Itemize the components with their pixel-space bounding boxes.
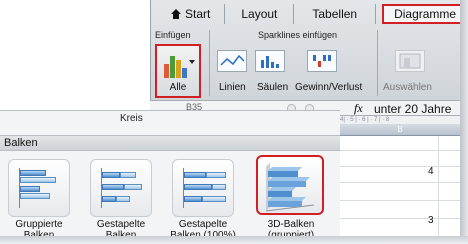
bar-icon <box>102 196 116 202</box>
bar-icon <box>124 184 142 190</box>
bar-icon <box>20 170 46 176</box>
tab-layout-label: Layout <box>241 7 278 21</box>
bar-icon <box>116 196 130 202</box>
group-divider <box>209 30 210 96</box>
grid-line <box>340 200 460 201</box>
grid-line <box>340 150 460 151</box>
bar-icon <box>20 193 50 199</box>
bar-icon <box>20 177 56 183</box>
chart-icon-bar <box>170 56 175 78</box>
bar-icon <box>120 172 136 178</box>
gallery-section-header: Balken <box>0 135 340 151</box>
alle-label: Alle <box>169 82 187 93</box>
bar-icon <box>212 184 226 190</box>
formula-value[interactable]: unter 20 Jahre <box>374 102 451 116</box>
cell-value: 4 <box>428 166 434 177</box>
sparkline-linien-button[interactable] <box>217 50 247 72</box>
alle-charts-button[interactable]: Alle <box>155 44 201 98</box>
group-einfuegen-header: Einfügen <box>155 30 191 40</box>
saeulen-label: Säulen <box>257 82 289 93</box>
excel-window: Start Layout Tabellen Diagramme Einfügen… <box>0 0 468 244</box>
bar-icon <box>206 172 226 178</box>
tab-diagramme[interactable]: Diagramme <box>382 4 468 24</box>
tab-start[interactable]: Start <box>151 4 226 24</box>
chart-icon-bar <box>176 60 181 78</box>
tab-tabellen-label: Tabellen <box>312 7 358 21</box>
group-divider <box>377 30 378 96</box>
grid-line <box>340 166 460 167</box>
chart-thumb-3d-balken-gruppiert[interactable] <box>256 155 324 215</box>
chart-thumb-gestapelte-balken-100[interactable] <box>172 159 234 217</box>
ribbon: Start Layout Tabellen Diagramme Einfügen… <box>150 0 468 100</box>
bar-icon <box>20 186 40 192</box>
3d-bar-chart-icon <box>265 163 315 212</box>
bar-icon <box>202 196 226 202</box>
tab-start-label: Start <box>185 7 211 21</box>
home-icon <box>171 9 181 19</box>
ruler: 4| · 5 | · 6 | · 7 | · 8 <box>340 116 460 124</box>
group-sparklines-header: Sparklines einfügen <box>258 30 338 40</box>
line-sparkline-icon <box>220 54 245 66</box>
grid-line <box>340 182 460 183</box>
grid-line <box>340 218 460 219</box>
blank-area <box>0 0 150 110</box>
function-icon[interactable]: fx <box>354 101 363 116</box>
spreadsheet-grid[interactable]: 4| · 5 | · 6 | · 7 | · 8 B 4 3 <box>340 116 460 236</box>
bar-icon <box>102 184 124 190</box>
cell-value: 3 <box>428 215 434 226</box>
tab-layout[interactable]: Layout <box>225 4 295 24</box>
bar-icon <box>184 172 206 178</box>
chart-thumb-gruppierte-balken[interactable] <box>8 159 70 217</box>
bar-icon <box>184 184 212 190</box>
window-shadow <box>0 236 468 244</box>
chevron-down-icon <box>189 60 195 64</box>
bar-icon <box>184 196 202 202</box>
window-shadow <box>460 0 468 244</box>
column-header-b[interactable]: B <box>340 124 460 136</box>
column-sparkline-icon <box>261 56 279 68</box>
linien-label: Linien <box>219 82 246 93</box>
chart-gallery-popup: Kreis Balken Gruppierte Balken Gestapelt… <box>0 110 340 241</box>
grid-line <box>438 136 439 236</box>
gewinn-verlust-label: Gewinn/Verlust <box>295 82 363 93</box>
tab-diagramme-label: Diagramme <box>394 7 457 21</box>
ribbon-tabs: Start Layout Tabellen Diagramme <box>151 4 468 26</box>
chart-icon <box>164 64 169 78</box>
sparkline-saeulen-button[interactable] <box>255 50 285 72</box>
chart-icon-bar <box>182 68 187 78</box>
select-data-icon <box>399 53 421 69</box>
win-loss-sparkline-icon <box>313 55 331 67</box>
tab-tabellen[interactable]: Tabellen <box>294 4 377 24</box>
sparkline-gewinn-button[interactable] <box>307 50 337 72</box>
bar-icon <box>102 172 120 178</box>
gallery-prev-category[interactable]: Kreis <box>120 113 143 124</box>
auswaehlen-label: Auswählen <box>383 82 432 93</box>
auswaehlen-button[interactable] <box>395 50 425 72</box>
chart-thumb-gestapelte-balken[interactable] <box>90 159 152 217</box>
